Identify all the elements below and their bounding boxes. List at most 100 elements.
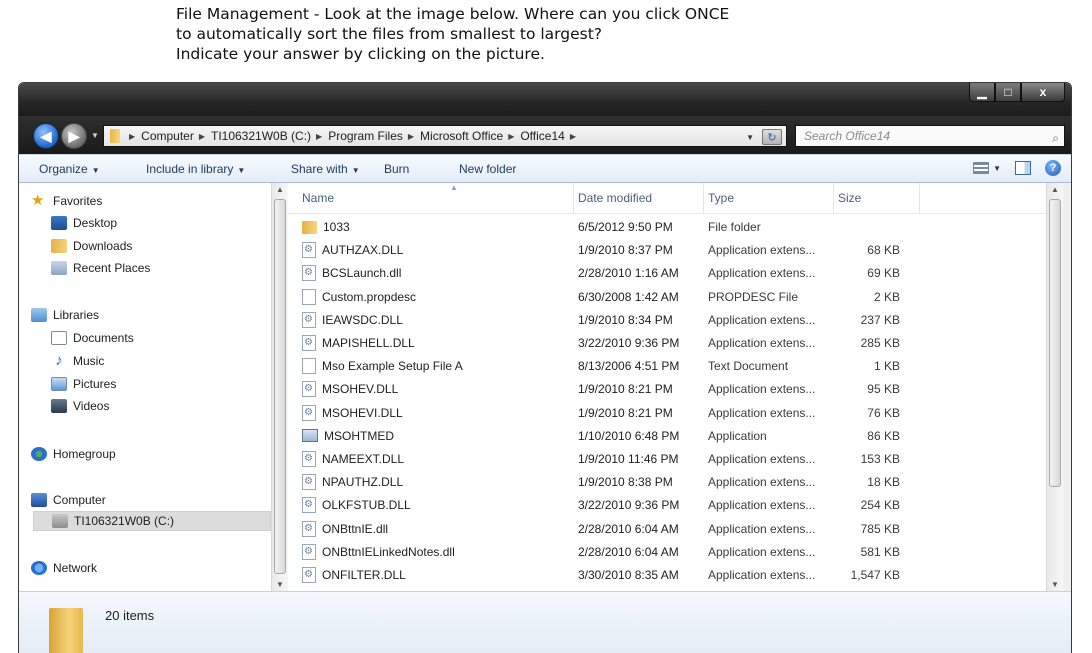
chevron-right-icon[interactable]: ▶ bbox=[508, 132, 514, 141]
breadcrumb-program-files[interactable]: Program Files bbox=[328, 129, 403, 143]
file-name-cell[interactable]: MSOHEV.DLL bbox=[302, 378, 398, 400]
table-row[interactable]: 1033 6/5/2012 9:50 PM File folder bbox=[298, 216, 958, 238]
breadcrumb-computer[interactable]: Computer bbox=[141, 129, 194, 143]
table-row[interactable]: NAMEEXT.DLL 1/9/2010 11:46 PM Application … bbox=[298, 448, 958, 470]
include-in-library-button[interactable]: Include in library ▼ bbox=[146, 162, 245, 176]
file-size: 86 KB bbox=[867, 428, 900, 443]
file-size: 68 KB bbox=[867, 243, 900, 258]
explorer-window: ▁ □ x ◀ ▶ ▼ ▶ Computer ▶ TI106321W0B (C:… bbox=[18, 82, 1072, 653]
nav-scrollbar[interactable]: ▲ ▼ bbox=[271, 183, 288, 591]
nav-network[interactable]: Network bbox=[31, 558, 97, 578]
share-with-button[interactable]: Share with ▼ bbox=[291, 162, 360, 176]
nav-label: Pictures bbox=[73, 377, 117, 391]
file-type: Application extens... bbox=[708, 568, 816, 582]
column-header-date-modified[interactable]: Date modified bbox=[574, 183, 704, 213]
search-icon[interactable]: ⌕ bbox=[1052, 128, 1059, 148]
downloads-icon bbox=[51, 239, 67, 253]
nav-music[interactable]: ♪ Music bbox=[51, 351, 104, 371]
chevron-right-icon[interactable]: ▶ bbox=[570, 132, 576, 141]
breadcrumb-microsoft-office[interactable]: Microsoft Office bbox=[420, 129, 503, 143]
back-button[interactable]: ◀ bbox=[33, 123, 59, 149]
file-name-cell[interactable]: NPAUTHZ.DLL bbox=[302, 471, 403, 493]
close-button[interactable]: x bbox=[1021, 83, 1065, 102]
nav-scroll-thumb[interactable] bbox=[274, 199, 286, 574]
nav-documents[interactable]: Documents bbox=[51, 328, 134, 348]
nav-label: Videos bbox=[73, 399, 110, 413]
scroll-down-arrow-icon[interactable]: ▼ bbox=[1051, 580, 1059, 589]
column-header-type[interactable]: Type bbox=[704, 183, 834, 213]
file-name-cell[interactable]: ONBttnIELinkedNotes.dll bbox=[302, 541, 455, 563]
nav-libraries[interactable]: Libraries bbox=[31, 305, 99, 325]
file-scroll-thumb[interactable] bbox=[1049, 199, 1061, 487]
table-row[interactable]: MSOHEVI.DLL 1/9/2010 8:21 PM Application e… bbox=[298, 402, 958, 424]
nav-homegroup[interactable]: Homegroup bbox=[31, 444, 116, 464]
scroll-up-arrow-icon[interactable]: ▲ bbox=[276, 185, 284, 194]
table-row[interactable]: MAPISHELL.DLL 3/22/2010 9:36 PM Applicatio… bbox=[298, 332, 958, 354]
table-row[interactable]: NPAUTHZ.DLL 1/9/2010 8:38 PM Application e… bbox=[298, 471, 958, 493]
table-row[interactable]: OLKFSTUB.DLL 3/22/2010 9:36 PM Application… bbox=[298, 494, 958, 516]
nav-recent-places[interactable]: Recent Places bbox=[51, 258, 150, 278]
chevron-down-icon[interactable]: ▼ bbox=[746, 133, 754, 142]
file-name-cell[interactable]: MSOHTMED bbox=[302, 425, 394, 447]
file-name-cell[interactable]: NAMEEXT.DLL bbox=[302, 448, 404, 470]
chevron-right-icon[interactable]: ▶ bbox=[316, 132, 322, 141]
search-input[interactable]: Search Office14 ⌕ bbox=[795, 125, 1065, 147]
table-row[interactable]: AUTHZAX.DLL 1/9/2010 8:37 PM Application e… bbox=[298, 239, 958, 261]
file-name-cell[interactable]: Mso Example Setup File A bbox=[302, 355, 463, 377]
forward-button[interactable]: ▶ bbox=[61, 123, 87, 149]
preview-pane-icon[interactable] bbox=[1015, 161, 1031, 175]
table-row[interactable]: MSOHEV.DLL 1/9/2010 8:21 PM Application ex… bbox=[298, 378, 958, 400]
chevron-right-icon[interactable]: ▶ bbox=[199, 132, 205, 141]
file-name-cell[interactable]: 1033 bbox=[302, 216, 350, 238]
help-icon[interactable]: ? bbox=[1045, 160, 1061, 176]
table-row[interactable]: ONFILTER.DLL 3/30/2010 8:35 AM Application… bbox=[298, 564, 958, 586]
file-name-cell[interactable]: ONBttnIE.dll bbox=[302, 518, 388, 540]
nav-favorites[interactable]: ★ Favorites bbox=[31, 191, 102, 211]
burn-button[interactable]: Burn bbox=[384, 162, 409, 176]
file-name-cell[interactable]: Custom.propdesc bbox=[302, 286, 416, 308]
file-name-cell[interactable]: AUTHZAX.DLL bbox=[302, 239, 403, 261]
column-header-size[interactable]: Size bbox=[834, 183, 920, 213]
breadcrumb-drive[interactable]: TI106321W0B (C:) bbox=[211, 129, 311, 143]
nav-downloads[interactable]: Downloads bbox=[51, 236, 132, 256]
column-header-name[interactable]: Name ▲ bbox=[298, 183, 574, 213]
nav-desktop[interactable]: Desktop bbox=[51, 213, 117, 233]
nav-label: Documents bbox=[73, 331, 134, 345]
file-name-cell[interactable]: OLKFSTUB.DLL bbox=[302, 494, 411, 516]
file-name: ONFILTER.DLL bbox=[322, 568, 406, 582]
file-name-cell[interactable]: ONFILTER.DLL bbox=[302, 564, 406, 586]
file-name-cell[interactable]: BCSLaunch.dll bbox=[302, 262, 401, 284]
organize-button[interactable]: Organize ▼ bbox=[39, 162, 100, 176]
chevron-right-icon[interactable]: ▶ bbox=[129, 132, 135, 141]
new-folder-button[interactable]: New folder bbox=[459, 162, 516, 176]
file-name-cell[interactable]: MSOHEVI.DLL bbox=[302, 402, 403, 424]
breadcrumb-office14[interactable]: Office14 bbox=[520, 129, 564, 143]
scroll-up-arrow-icon[interactable]: ▲ bbox=[1051, 185, 1059, 194]
table-row[interactable]: MSOHTMED 1/10/2010 6:48 PM Application 86 K… bbox=[298, 425, 958, 447]
table-row[interactable]: IEAWSDC.DLL 1/9/2010 8:34 PM Application e… bbox=[298, 309, 958, 331]
file-list-scrollbar[interactable]: ▲ ▼ bbox=[1046, 183, 1063, 591]
scroll-down-arrow-icon[interactable]: ▼ bbox=[276, 580, 284, 589]
nav-label: Homegroup bbox=[53, 447, 116, 461]
change-view-icon[interactable] bbox=[973, 162, 990, 174]
table-row[interactable]: BCSLaunch.dll 2/28/2010 1:16 AM Applicatio… bbox=[298, 262, 958, 284]
column-name-label: Name bbox=[302, 191, 335, 205]
file-name-cell[interactable]: MAPISHELL.DLL bbox=[302, 332, 415, 354]
file-name-cell[interactable]: IEAWSDC.DLL bbox=[302, 309, 403, 331]
nav-videos[interactable]: Videos bbox=[51, 396, 109, 416]
chevron-right-icon[interactable]: ▶ bbox=[408, 132, 414, 141]
recent-pages-dropdown[interactable]: ▼ bbox=[91, 131, 99, 140]
table-row[interactable]: ONBttnIE.dll 2/28/2010 6:04 AM Application… bbox=[298, 518, 958, 540]
address-row: ◀ ▶ ▼ ▶ Computer ▶ TI106321W0B (C:) ▶ Pr… bbox=[19, 116, 1071, 154]
chevron-down-icon[interactable]: ▼ bbox=[993, 164, 1001, 173]
table-row[interactable]: ONBttnIELinkedNotes.dll 2/28/2010 6:04 AM… bbox=[298, 541, 958, 563]
nav-drive-c[interactable]: TI106321W0B (C:) bbox=[33, 511, 271, 531]
refresh-button[interactable]: ↻ bbox=[762, 129, 782, 145]
nav-pictures[interactable]: Pictures bbox=[51, 374, 116, 394]
table-row[interactable]: Mso Example Setup File A 8/13/2006 4:51 P… bbox=[298, 355, 958, 377]
address-bar[interactable]: ▶ Computer ▶ TI106321W0B (C:) ▶ Program … bbox=[103, 125, 787, 147]
table-row[interactable]: Custom.propdesc 6/30/2008 1:42 AM PROPDESC… bbox=[298, 286, 958, 308]
maximize-button[interactable]: □ bbox=[995, 83, 1021, 102]
minimize-button[interactable]: ▁ bbox=[969, 83, 995, 102]
nav-computer[interactable]: Computer bbox=[31, 490, 106, 510]
